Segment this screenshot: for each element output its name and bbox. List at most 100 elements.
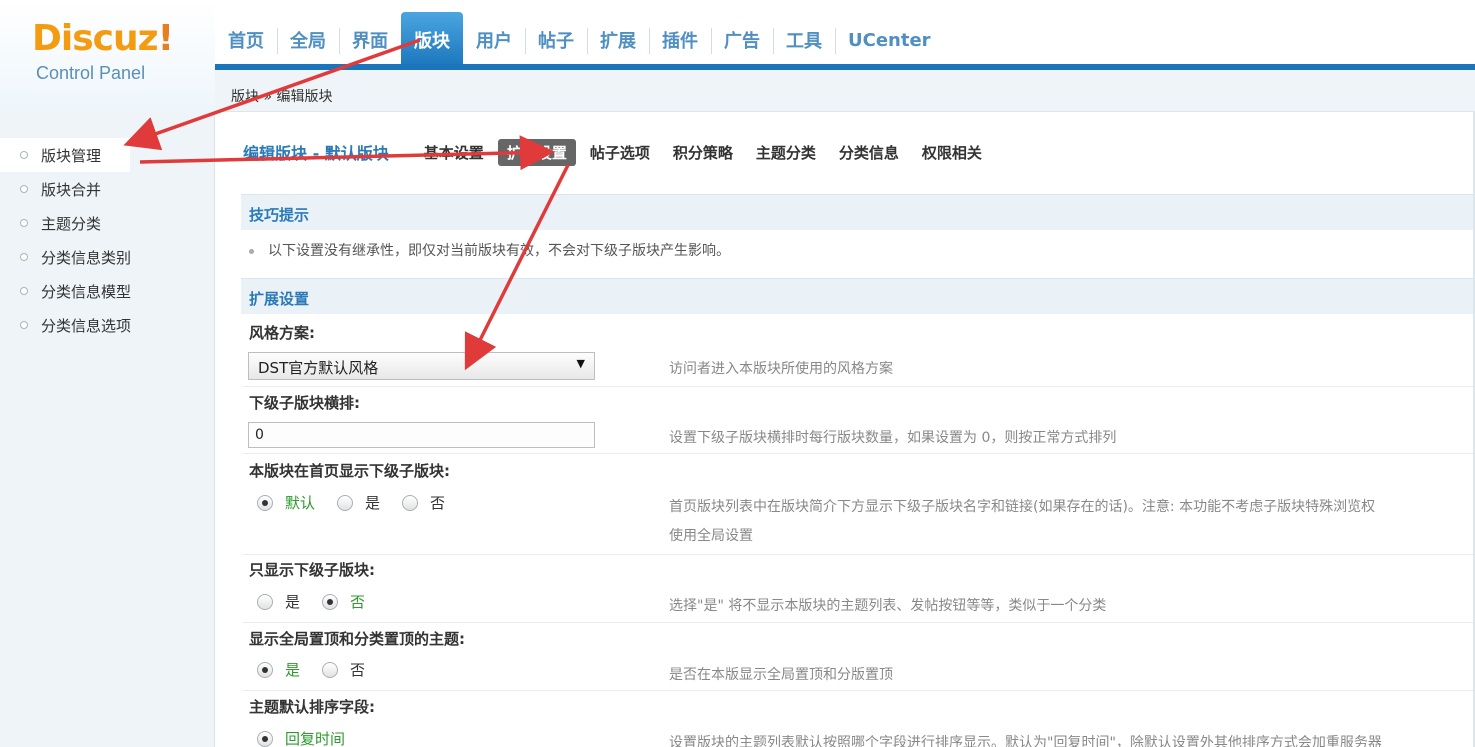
radio-option[interactable]: 默认 (257, 492, 315, 513)
style-scheme-select[interactable]: DST官方默认风格 ▼ (248, 352, 595, 380)
radio-label: 否 (350, 593, 366, 611)
show-sub-label: 本版块在首页显示下级子版块: (249, 462, 450, 480)
breadcrumb-parent[interactable]: 版块 (231, 89, 259, 105)
tips-heading: 技巧提示 (241, 194, 1475, 230)
radio-option[interactable]: 否 (402, 492, 445, 513)
style-scheme-label: 风格方案: (249, 324, 315, 342)
radio-option[interactable]: 否 (322, 659, 365, 680)
radio-label: 否 (350, 661, 366, 679)
radio-icon[interactable] (257, 494, 273, 511)
nav-item[interactable]: 广告 (711, 12, 773, 68)
logo-subtitle: Control Panel (36, 63, 146, 83)
sidebar-item-label: 版块管理 (41, 146, 102, 165)
nav-item[interactable]: 插件 (649, 12, 711, 68)
radio-icon[interactable] (257, 661, 273, 678)
nav-item[interactable]: 界面 (339, 12, 401, 68)
sub-columns-label: 下级子版块横排: (249, 394, 360, 412)
nav-item[interactable]: UCenter (835, 12, 944, 68)
nav-item[interactable]: 扩展 (587, 12, 649, 68)
settings-heading: 扩展设置 (241, 278, 1475, 314)
dropdown-arrow-icon: ▼ (576, 357, 585, 370)
logo[interactable]: Discuz! Control Panel (0, 0, 215, 112)
only-sub-label: 只显示下级子版块: (249, 561, 375, 579)
page-title: 编辑版块 - 默认版块 (243, 144, 389, 163)
radio-label: 默认 (285, 494, 316, 512)
radio-label: 是 (365, 494, 381, 512)
sidebar-item-label: 分类信息模型 (41, 282, 132, 301)
tip-text: 以下设置没有继承性，即仅对当前版块有效，不会对下级子版块产生影响。 (249, 240, 730, 260)
radio-label: 是 (285, 661, 301, 679)
radio-option[interactable]: 否 (322, 591, 365, 612)
sidebar: 版块管理版块合并主题分类分类信息类别 分类信息模型分类信息选项 (0, 112, 215, 747)
divider (243, 453, 1475, 454)
sidebar-item[interactable]: 分类信息模型 (0, 274, 214, 308)
global-sticky-desc: 是否在本版显示全局置顶和分版置顶 (669, 667, 893, 683)
tab[interactable]: 扩展设置 (497, 138, 576, 166)
radio-option[interactable]: 是 (337, 492, 380, 513)
breadcrumb: 版块 » 编辑版块 (215, 70, 1475, 112)
divider (243, 622, 1475, 623)
radio-label: 是 (285, 593, 301, 611)
sidebar-item-label: 主题分类 (41, 214, 102, 233)
nav-item[interactable]: 首页 (215, 12, 277, 68)
sidebar-item[interactable]: 版块管理 (0, 138, 130, 172)
bullet-icon (20, 321, 28, 329)
sidebar-item[interactable]: 主题分类 (0, 206, 214, 240)
show-sub-desc: 首页版块列表中在版块简介下方显示下级子版块名字和链接(如果存在的话)。注意: 本… (669, 499, 1376, 515)
breadcrumb-separator: » (263, 89, 273, 105)
nav-item[interactable]: 帖子 (525, 12, 587, 68)
sub-columns-desc: 设置下级子版块横排时每行版块数量，如果设置为 0，则按正常方式排列 (669, 430, 1117, 446)
radio-icon[interactable] (322, 593, 339, 610)
global-sticky-label: 显示全局置顶和分类置顶的主题: (249, 630, 466, 648)
tab[interactable]: 分类信息 (830, 139, 908, 166)
tab[interactable]: 积分策略 (664, 139, 742, 166)
header: Discuz! Control Panel 首页 全局 界面 版块 用户 帖子 扩展 插件 广告… (0, 0, 1475, 112)
nav-item[interactable]: 全局 (277, 12, 339, 68)
bullet-icon (20, 151, 28, 159)
radio-label: 否 (430, 494, 446, 512)
radio-icon[interactable] (257, 730, 273, 747)
logo-brand: Discuz! (32, 18, 174, 59)
bullet-icon (249, 248, 254, 254)
global-sticky-radio-group: 是否 (257, 659, 387, 680)
bullet-icon (20, 253, 28, 261)
bullet-icon (20, 287, 28, 295)
sub-columns-input[interactable]: 0 (248, 422, 595, 448)
only-sub-radio-group: 是否 (257, 591, 387, 612)
nav-item[interactable]: 用户 (463, 12, 525, 68)
bullet-icon (20, 219, 28, 227)
tab[interactable]: 基本设置 (415, 139, 493, 166)
radio-label: 回复时间 (285, 730, 346, 747)
radio-icon[interactable] (402, 494, 419, 511)
tab[interactable]: 帖子选项 (581, 139, 659, 166)
default-order-radio-group: 回复时间 (257, 728, 367, 747)
radio-option[interactable]: 是 (257, 591, 300, 612)
sidebar-menu: 版块管理版块合并主题分类分类信息类别 分类信息模型分类信息选项 (0, 112, 214, 342)
radio-icon[interactable] (322, 661, 339, 678)
bullet-icon (20, 185, 28, 193)
default-order-label: 主题默认排序字段: (249, 698, 375, 716)
style-scheme-desc: 访问者进入本版块所使用的风格方案 (669, 361, 893, 377)
sidebar-item[interactable]: 版块合并 (0, 172, 214, 206)
tab[interactable]: 主题分类 (747, 139, 825, 166)
divider (243, 554, 1475, 555)
sidebar-item[interactable]: 分类信息选项 (0, 308, 214, 342)
sidebar-item[interactable]: 分类信息类别 (0, 240, 214, 274)
nav-item[interactable]: 工具 (773, 12, 835, 68)
only-sub-desc: 选择"是" 将不显示本版块的主题列表、发帖按钮等等，类似于一个分类 (669, 598, 1107, 614)
default-order-desc: 设置版块的主题列表默认按照哪个字段进行排序显示。默认为"回复时间"，除默认设置外… (669, 735, 1382, 747)
radio-option[interactable]: 回复时间 (257, 728, 345, 747)
nav-item[interactable]: 版块 (401, 12, 463, 68)
show-sub-desc-2: 使用全局设置 (669, 528, 753, 544)
radio-icon[interactable] (257, 593, 273, 610)
divider (243, 690, 1475, 691)
radio-option[interactable]: 是 (257, 659, 300, 680)
sub-nav: 编辑版块 - 默认版块 基本设置 扩展设置 帖子选项 积分策略 主题分类 分类信息 权限相关 (243, 138, 996, 166)
show-sub-radio-group: 默认 是 否 (257, 492, 467, 513)
sidebar-item-label: 版块合并 (41, 180, 102, 199)
main-content: 编辑版块 - 默认版块 基本设置 扩展设置 帖子选项 积分策略 主题分类 分类信息 权限相关… (241, 112, 1475, 747)
radio-icon[interactable] (337, 494, 354, 511)
breadcrumb-current: 编辑版块 (276, 89, 333, 105)
tab[interactable]: 权限相关 (913, 139, 991, 166)
sidebar-item-label: 分类信息类别 (41, 248, 132, 267)
